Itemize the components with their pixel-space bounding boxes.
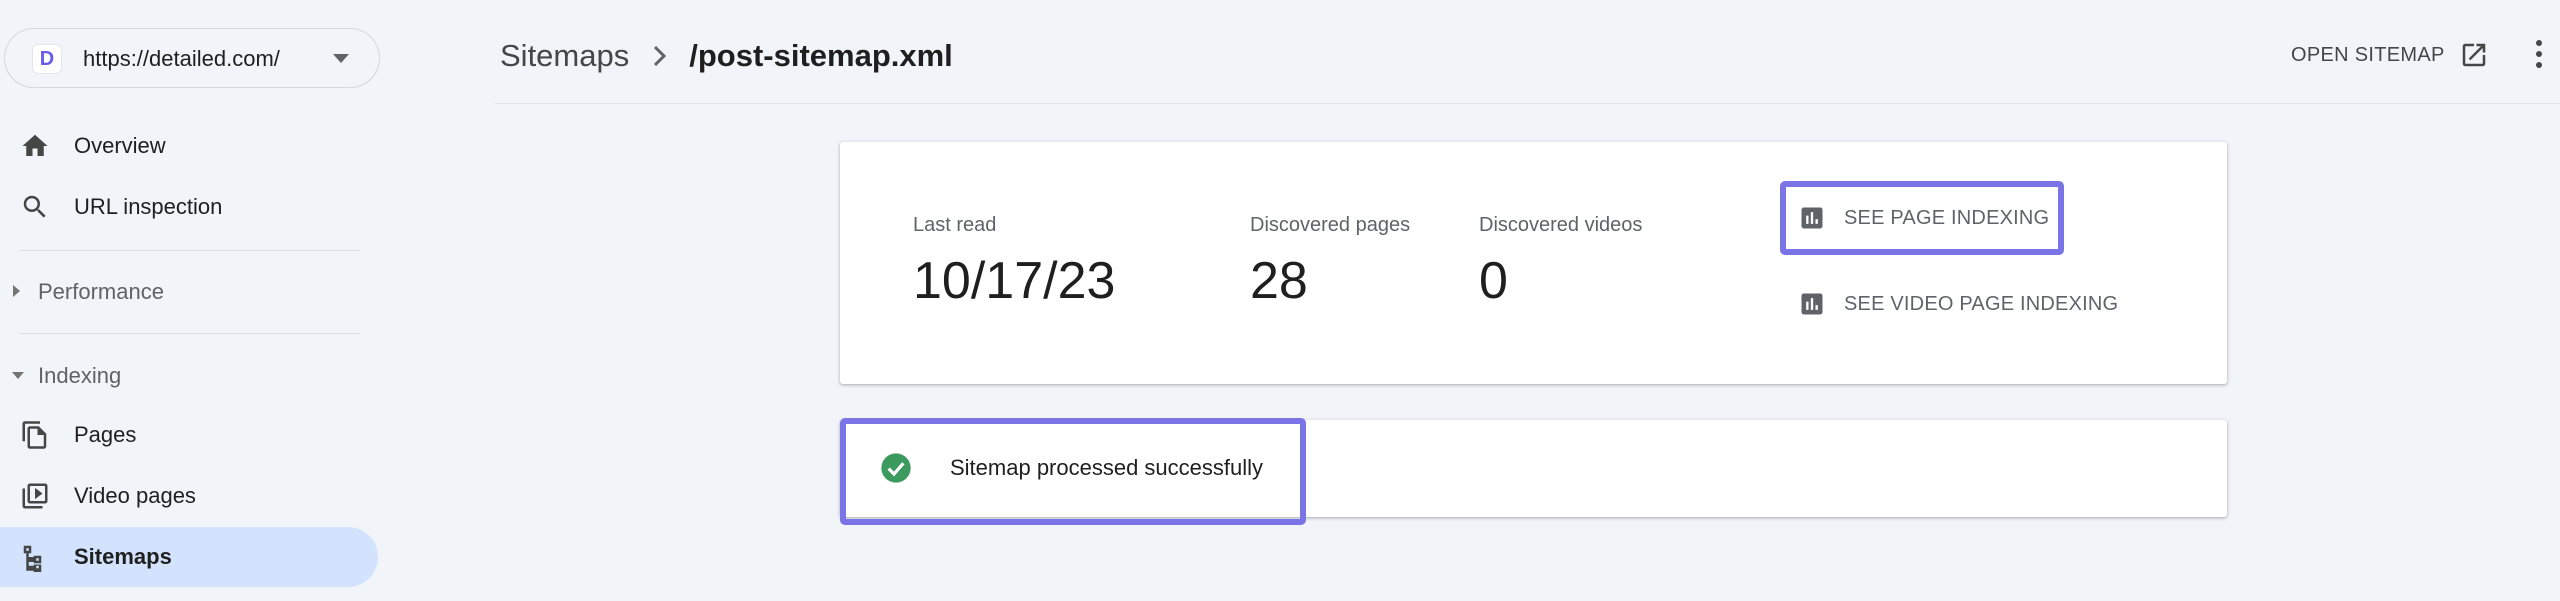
- property-favicon: D: [33, 45, 61, 73]
- chevron-right-icon: [654, 45, 667, 67]
- see-video-page-indexing-button[interactable]: SEE VIDEO PAGE INDEXING: [1798, 290, 2118, 318]
- sitemap-status-card: Sitemap processed successfully: [840, 420, 2227, 517]
- home-icon: [22, 134, 48, 156]
- sidebar-item-label: Overview: [74, 133, 166, 158]
- stat-discovered-videos: Discovered videos 0: [1479, 214, 1642, 311]
- more-vert-icon[interactable]: [2533, 38, 2545, 70]
- check-circle-icon: [881, 453, 911, 483]
- see-page-indexing-button[interactable]: SEE PAGE INDEXING: [1798, 204, 2049, 232]
- property-selector[interactable]: D https://detailed.com/: [4, 28, 380, 88]
- stat-last-read: Last read 10/17/23: [913, 214, 1115, 311]
- stat-discovered-pages: Discovered pages 28: [1250, 214, 1410, 311]
- sidebar-item-url-inspection[interactable]: URL inspection: [0, 177, 378, 237]
- sidebar-item-label: Pages: [74, 422, 137, 447]
- stat-label: Discovered videos: [1479, 214, 1643, 236]
- stat-value: 10/17/23: [913, 252, 1116, 310]
- stat-value: 28: [1250, 252, 1308, 310]
- section-label: Performance: [38, 279, 164, 304]
- action-label: SEE PAGE INDEXING: [1844, 206, 2050, 229]
- bar-chart-icon: [1801, 207, 1823, 229]
- chevron-right-icon: [13, 285, 20, 297]
- open-sitemap-button[interactable]: OPEN SITEMAP: [2291, 40, 2489, 70]
- status-message: Sitemap processed successfully: [950, 455, 1264, 480]
- sidebar-item-label: Video pages: [74, 483, 196, 508]
- page-title: /post-sitemap.xml: [689, 38, 953, 73]
- section-performance[interactable]: Performance: [0, 267, 360, 315]
- sidebar-item-sitemaps[interactable]: Sitemaps: [0, 527, 378, 587]
- sitemap-icon: [23, 545, 42, 572]
- app-root: D https://detailed.com/ Overview URL ins…: [0, 0, 2560, 601]
- sidebar-item-label: URL inspection: [74, 194, 223, 219]
- sidebar-divider: [20, 250, 360, 251]
- sidebar: D https://detailed.com/ Overview URL ins…: [0, 0, 395, 601]
- chevron-down-icon: [333, 54, 349, 63]
- status-row: Sitemap processed successfully: [880, 452, 1263, 484]
- search-icon: [23, 195, 46, 218]
- page-header: Sitemaps /post-sitemap.xml OPEN SITEMAP: [495, 0, 2560, 104]
- sidebar-item-label: Sitemaps: [74, 544, 172, 569]
- section-label: Indexing: [38, 363, 122, 388]
- pages-icon: [22, 421, 47, 449]
- video-pages-icon: [22, 483, 48, 509]
- sidebar-item-overview[interactable]: Overview: [0, 116, 378, 176]
- sidebar-item-video-pages[interactable]: Video pages: [0, 466, 378, 526]
- open-in-new-icon: [2462, 43, 2485, 67]
- action-label: SEE VIDEO PAGE INDEXING: [1844, 292, 2119, 315]
- stat-label: Discovered pages: [1250, 214, 1411, 236]
- breadcrumb-sitemaps-link[interactable]: Sitemaps: [500, 38, 629, 74]
- sidebar-item-pages[interactable]: Pages: [0, 405, 378, 465]
- stat-value: 0: [1479, 252, 1508, 310]
- sitemap-stats-card: Last read 10/17/23 Discovered pages 28 D…: [840, 142, 2227, 384]
- property-url: https://detailed.com/: [83, 46, 280, 71]
- breadcrumb: Sitemaps /post-sitemap.xml: [500, 38, 953, 74]
- bar-chart-icon: [1801, 293, 1823, 315]
- open-sitemap-label: OPEN SITEMAP: [2291, 43, 2445, 66]
- sidebar-divider: [20, 333, 360, 334]
- chevron-down-icon: [12, 372, 24, 379]
- stat-label: Last read: [913, 214, 997, 236]
- section-indexing[interactable]: Indexing: [0, 351, 360, 399]
